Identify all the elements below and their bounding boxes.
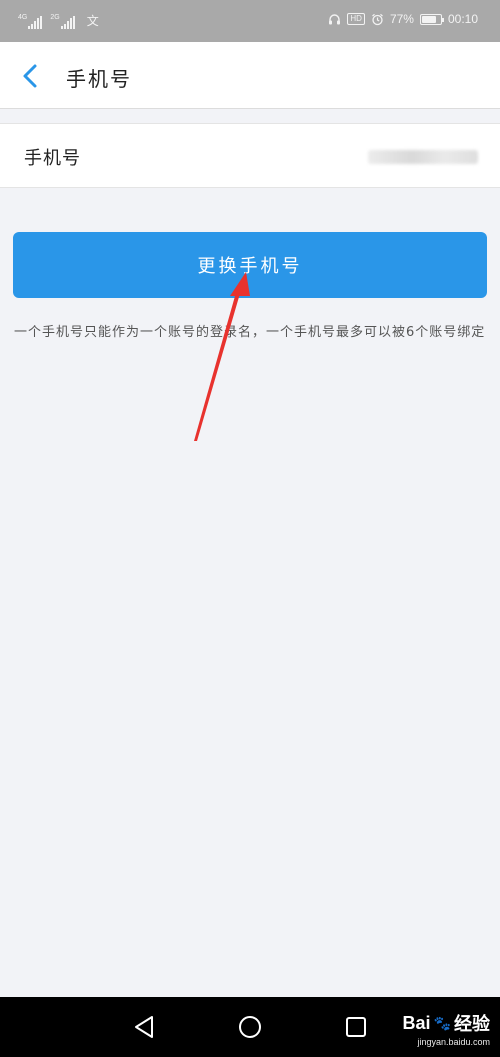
square-recent-icon[interactable]: [342, 1013, 370, 1041]
network-type-1: 4G: [18, 14, 28, 21]
signal-bars-icon: [28, 16, 43, 29]
carrier-glyph: 文: [86, 14, 99, 28]
change-phone-button[interactable]: 更换手机号: [13, 232, 487, 298]
phone-number-value-blurred: [368, 150, 478, 164]
back-button[interactable]: [14, 60, 46, 92]
chevron-left-icon: [23, 64, 37, 88]
paw-icon: 🐾: [433, 1014, 451, 1031]
triangle-back-icon[interactable]: [130, 1013, 158, 1041]
circle-home-icon[interactable]: [236, 1013, 264, 1041]
status-right-group: HD 77% 00:10: [328, 12, 478, 26]
header-bar: 手机号: [0, 42, 500, 109]
alarm-icon: [372, 13, 383, 25]
signal-group-2: 2G: [50, 14, 75, 29]
status-bar: 4G 2G 文 HD 77% 00:10: [0, 0, 500, 42]
signal-group-1: 4G: [18, 14, 43, 29]
battery-icon: [419, 13, 444, 25]
status-left-group: 4G 2G 文: [18, 12, 99, 29]
phone-binding-note: 一个手机号只能作为一个账号的登录名，一个手机号最多可以被6个账号绑定: [14, 325, 486, 340]
headphone-icon: [329, 13, 341, 24]
watermark-domain: jingyan.baidu.com: [417, 1037, 490, 1047]
clock-time: 00:10: [447, 12, 478, 26]
battery-percent: 77%: [389, 12, 414, 26]
watermark-brand-b: 经验: [454, 1014, 490, 1034]
network-type-2: 2G: [50, 14, 60, 21]
phone-number-row: 手机号: [0, 123, 500, 188]
signal-bars-icon: [60, 16, 75, 29]
watermark-logo: Bai 🐾 经验: [403, 1010, 490, 1036]
watermark-brand-a: Bai: [402, 1012, 431, 1033]
page-title: 手机号: [66, 67, 132, 91]
baidu-jingyan-watermark: Bai 🐾 经验 jingyan.baidu.com: [403, 1010, 490, 1048]
hd-badge: HD: [347, 13, 365, 25]
phone-number-label: 手机号: [24, 148, 81, 169]
